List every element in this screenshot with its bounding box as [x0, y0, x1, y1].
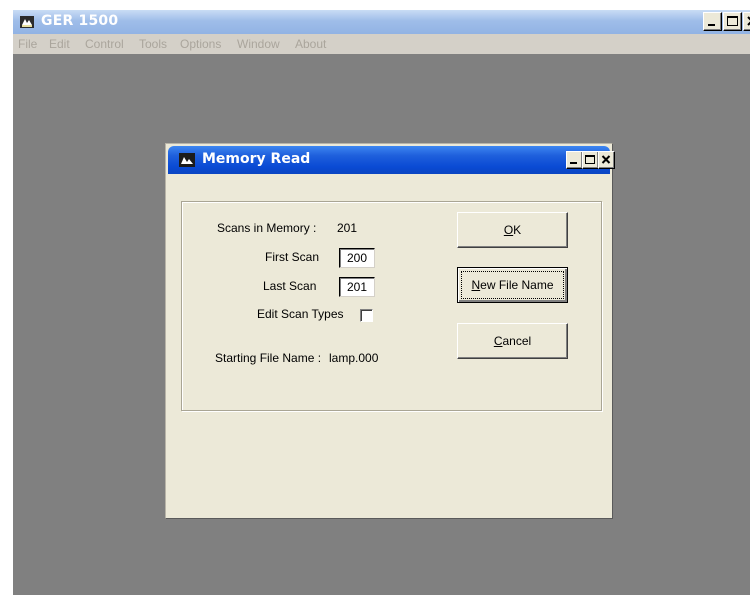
menu-about[interactable]: About	[295, 37, 326, 51]
first-scan-field[interactable]: 200	[339, 248, 375, 268]
app-icon	[179, 153, 195, 167]
close-icon	[601, 155, 611, 164]
menu-control[interactable]: Control	[85, 37, 124, 51]
app-icon	[20, 16, 34, 28]
new-file-name-button[interactable]: New File Name	[457, 267, 568, 303]
ok-button[interactable]: OK	[457, 212, 568, 248]
starting-file-name-value: lamp.000	[329, 351, 379, 365]
dialog-minimize-button[interactable]	[566, 151, 583, 169]
last-scan-label: Last Scan	[263, 279, 317, 293]
dialog-title-bar[interactable]: Memory Read	[168, 146, 615, 174]
ok-button-mnemonic: O	[503, 223, 514, 237]
maximize-icon	[585, 155, 595, 164]
edit-scan-types-label: Edit Scan Types	[257, 307, 344, 321]
last-scan-field[interactable]: 201	[339, 277, 375, 297]
ok-button-label: K	[513, 223, 522, 237]
main-maximize-button[interactable]	[723, 12, 742, 31]
edit-scan-types-checkbox[interactable]	[360, 309, 373, 322]
menu-window[interactable]: Window	[237, 37, 280, 51]
minimize-icon	[708, 24, 715, 26]
main-title-bar[interactable]: GER 1500	[13, 10, 750, 34]
menu-file[interactable]: File	[18, 37, 37, 51]
menu-tools[interactable]: Tools	[139, 37, 167, 51]
minimize-icon	[570, 162, 577, 164]
scans-in-memory-label: Scans in Memory :	[217, 221, 317, 235]
main-menubar: File Edit Control Tools Options Window A…	[13, 34, 750, 54]
cancel-button-label: ancel	[502, 334, 532, 348]
close-icon	[747, 16, 750, 26]
first-scan-label: First Scan	[265, 250, 320, 264]
scans-in-memory-value: 201	[337, 221, 358, 235]
new-file-name-button-mnemonic: N	[471, 278, 481, 292]
dialog-maximize-button[interactable]	[582, 151, 599, 169]
maximize-icon	[727, 16, 738, 26]
main-window-title: GER 1500	[41, 13, 119, 29]
menu-edit[interactable]: Edit	[49, 37, 70, 51]
dialog-title: Memory Read	[202, 151, 311, 167]
main-close-button[interactable]	[743, 12, 750, 31]
memory-read-dialog: Memory Read Scans in Memory : 201 First …	[165, 143, 615, 519]
menu-options[interactable]: Options	[180, 37, 221, 51]
main-minimize-button[interactable]	[703, 12, 722, 31]
cancel-button[interactable]: Cancel	[457, 323, 568, 359]
new-file-name-button-label: ew File Name	[480, 278, 554, 292]
dialog-close-button[interactable]	[598, 151, 615, 169]
starting-file-name-label: Starting File Name :	[215, 351, 322, 365]
